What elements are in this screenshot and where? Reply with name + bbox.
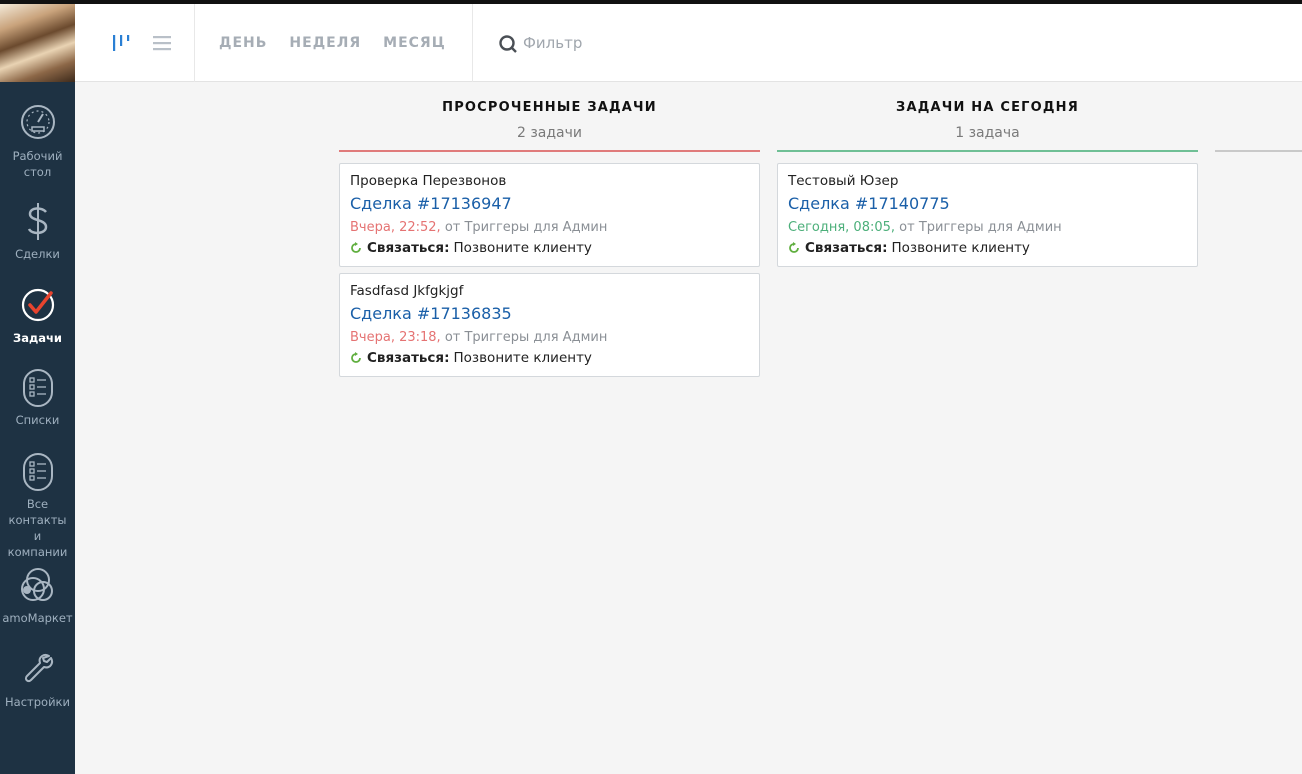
card-contact[interactable]: Тестовый Юзер [788,172,1187,190]
dollar-icon [27,203,47,240]
sidebar-label-leads: Сделки [15,247,60,261]
sidebar-item-contacts[interactable]: Все контакты и компании [0,450,75,560]
card-meta: Вчера, 22:52, от Триггеры для Админ [350,219,749,237]
filter-input[interactable] [523,31,923,55]
card-lead-link[interactable]: Сделка #17136835 [350,303,749,325]
card-task-text: Позвоните клиенту [891,240,1030,256]
task-card[interactable]: Fasdfasd Jkfgkjgf Сделка #17136835 Вчера… [339,273,760,377]
sidebar-item-lists[interactable]: Списки [0,366,75,428]
period-tabs: ДЕНЬ НЕДЕЛЯ МЕСЯЦ [195,4,473,82]
wrench-icon [24,653,53,683]
sidebar-item-settings[interactable]: Настройки [0,648,75,710]
card-task-type: Связаться: [805,240,888,256]
column-title: ЗАДАЧИ НА СЕГОДНЯ [896,100,1079,115]
card-meta-text: от Триггеры для Админ [444,330,608,345]
filter-area [473,4,1302,82]
column-divider [777,150,1198,152]
tab-day[interactable]: ДЕНЬ [219,35,267,51]
sidebar-label-tasks: Задачи [13,331,62,345]
card-task: Связаться: Позвоните клиенту [788,239,1187,257]
sidebar-label-dashboard: Рабочий стол [12,149,63,179]
column-divider-offscreen [1215,150,1302,152]
card-lead-link[interactable]: Сделка #17140775 [788,193,1187,215]
view-toggle [75,4,195,82]
card-time: Сегодня, 08:05, [788,220,896,235]
column-divider [339,150,760,152]
card-meta-text: от Триггеры для Админ [444,220,608,235]
sidebar-item-amomarket[interactable]: amoМаркет [0,564,75,626]
sidebar-item-leads[interactable]: Сделки [0,200,75,262]
card-task: Связаться: Позвоните клиенту [350,239,749,257]
column-count: 1 задача [955,125,1020,141]
dashboard-gauge-icon [20,105,55,139]
card-meta: Вчера, 23:18, от Триггеры для Админ [350,329,749,347]
header: ДЕНЬ НЕДЕЛЯ МЕСЯЦ [75,4,1302,82]
card-task: Связаться: Позвоните клиенту [350,349,749,367]
card-task-type: Связаться: [367,240,450,256]
refresh-icon [351,242,361,253]
tab-month[interactable]: МЕСЯЦ [383,35,446,51]
tab-week[interactable]: НЕДЕЛЯ [289,35,361,51]
account-avatar[interactable] [0,4,75,82]
refresh-icon [789,242,799,253]
task-card[interactable]: Проверка Перезвонов Сделка #17136947 Вче… [339,163,760,267]
card-time: Вчера, 23:18, [350,330,441,345]
card-task-text: Позвоните клиенту [453,350,592,366]
card-time: Вчера, 22:52, [350,220,441,235]
card-meta-text: от Триггеры для Админ [899,220,1062,235]
card-task-text: Позвоните клиенту [453,240,592,256]
market-icon [20,568,53,601]
sidebar-item-tasks[interactable]: Задачи [0,284,75,346]
sidebar-label-settings: Настройки [5,695,70,709]
sidebar-label-lists: Списки [15,413,60,427]
card-task-type: Связаться: [367,350,450,366]
column-count: 2 задачи [516,125,582,141]
checkmark-circle-icon [21,288,54,322]
sidebar-label-amomarket: amoМаркет [2,611,73,625]
sidebar: Рабочий стол Сделки Задачи Списки Все ко… [0,4,75,774]
card-meta: Сегодня, 08:05, от Триггеры для Админ [788,219,1187,237]
list-icon [22,369,53,407]
search-icon [499,35,517,53]
sidebar-item-dashboard[interactable]: Рабочий стол [0,102,75,180]
task-card[interactable]: Тестовый Юзер Сделка #17140775 Сегодня, … [777,163,1198,267]
contacts-list-icon [22,453,53,491]
card-lead-link[interactable]: Сделка #17136947 [350,193,749,215]
card-contact[interactable]: Проверка Перезвонов [350,172,749,190]
list-view-icon[interactable] [153,33,171,53]
column-title: ПРОСРОЧЕННЫЕ ЗАДАЧИ [442,100,657,115]
pipeline-view-icon[interactable] [111,33,131,53]
sidebar-label-contacts: Все контакты и компании [7,497,68,559]
refresh-icon [351,352,361,363]
card-contact[interactable]: Fasdfasd Jkfgkjgf [350,282,749,300]
